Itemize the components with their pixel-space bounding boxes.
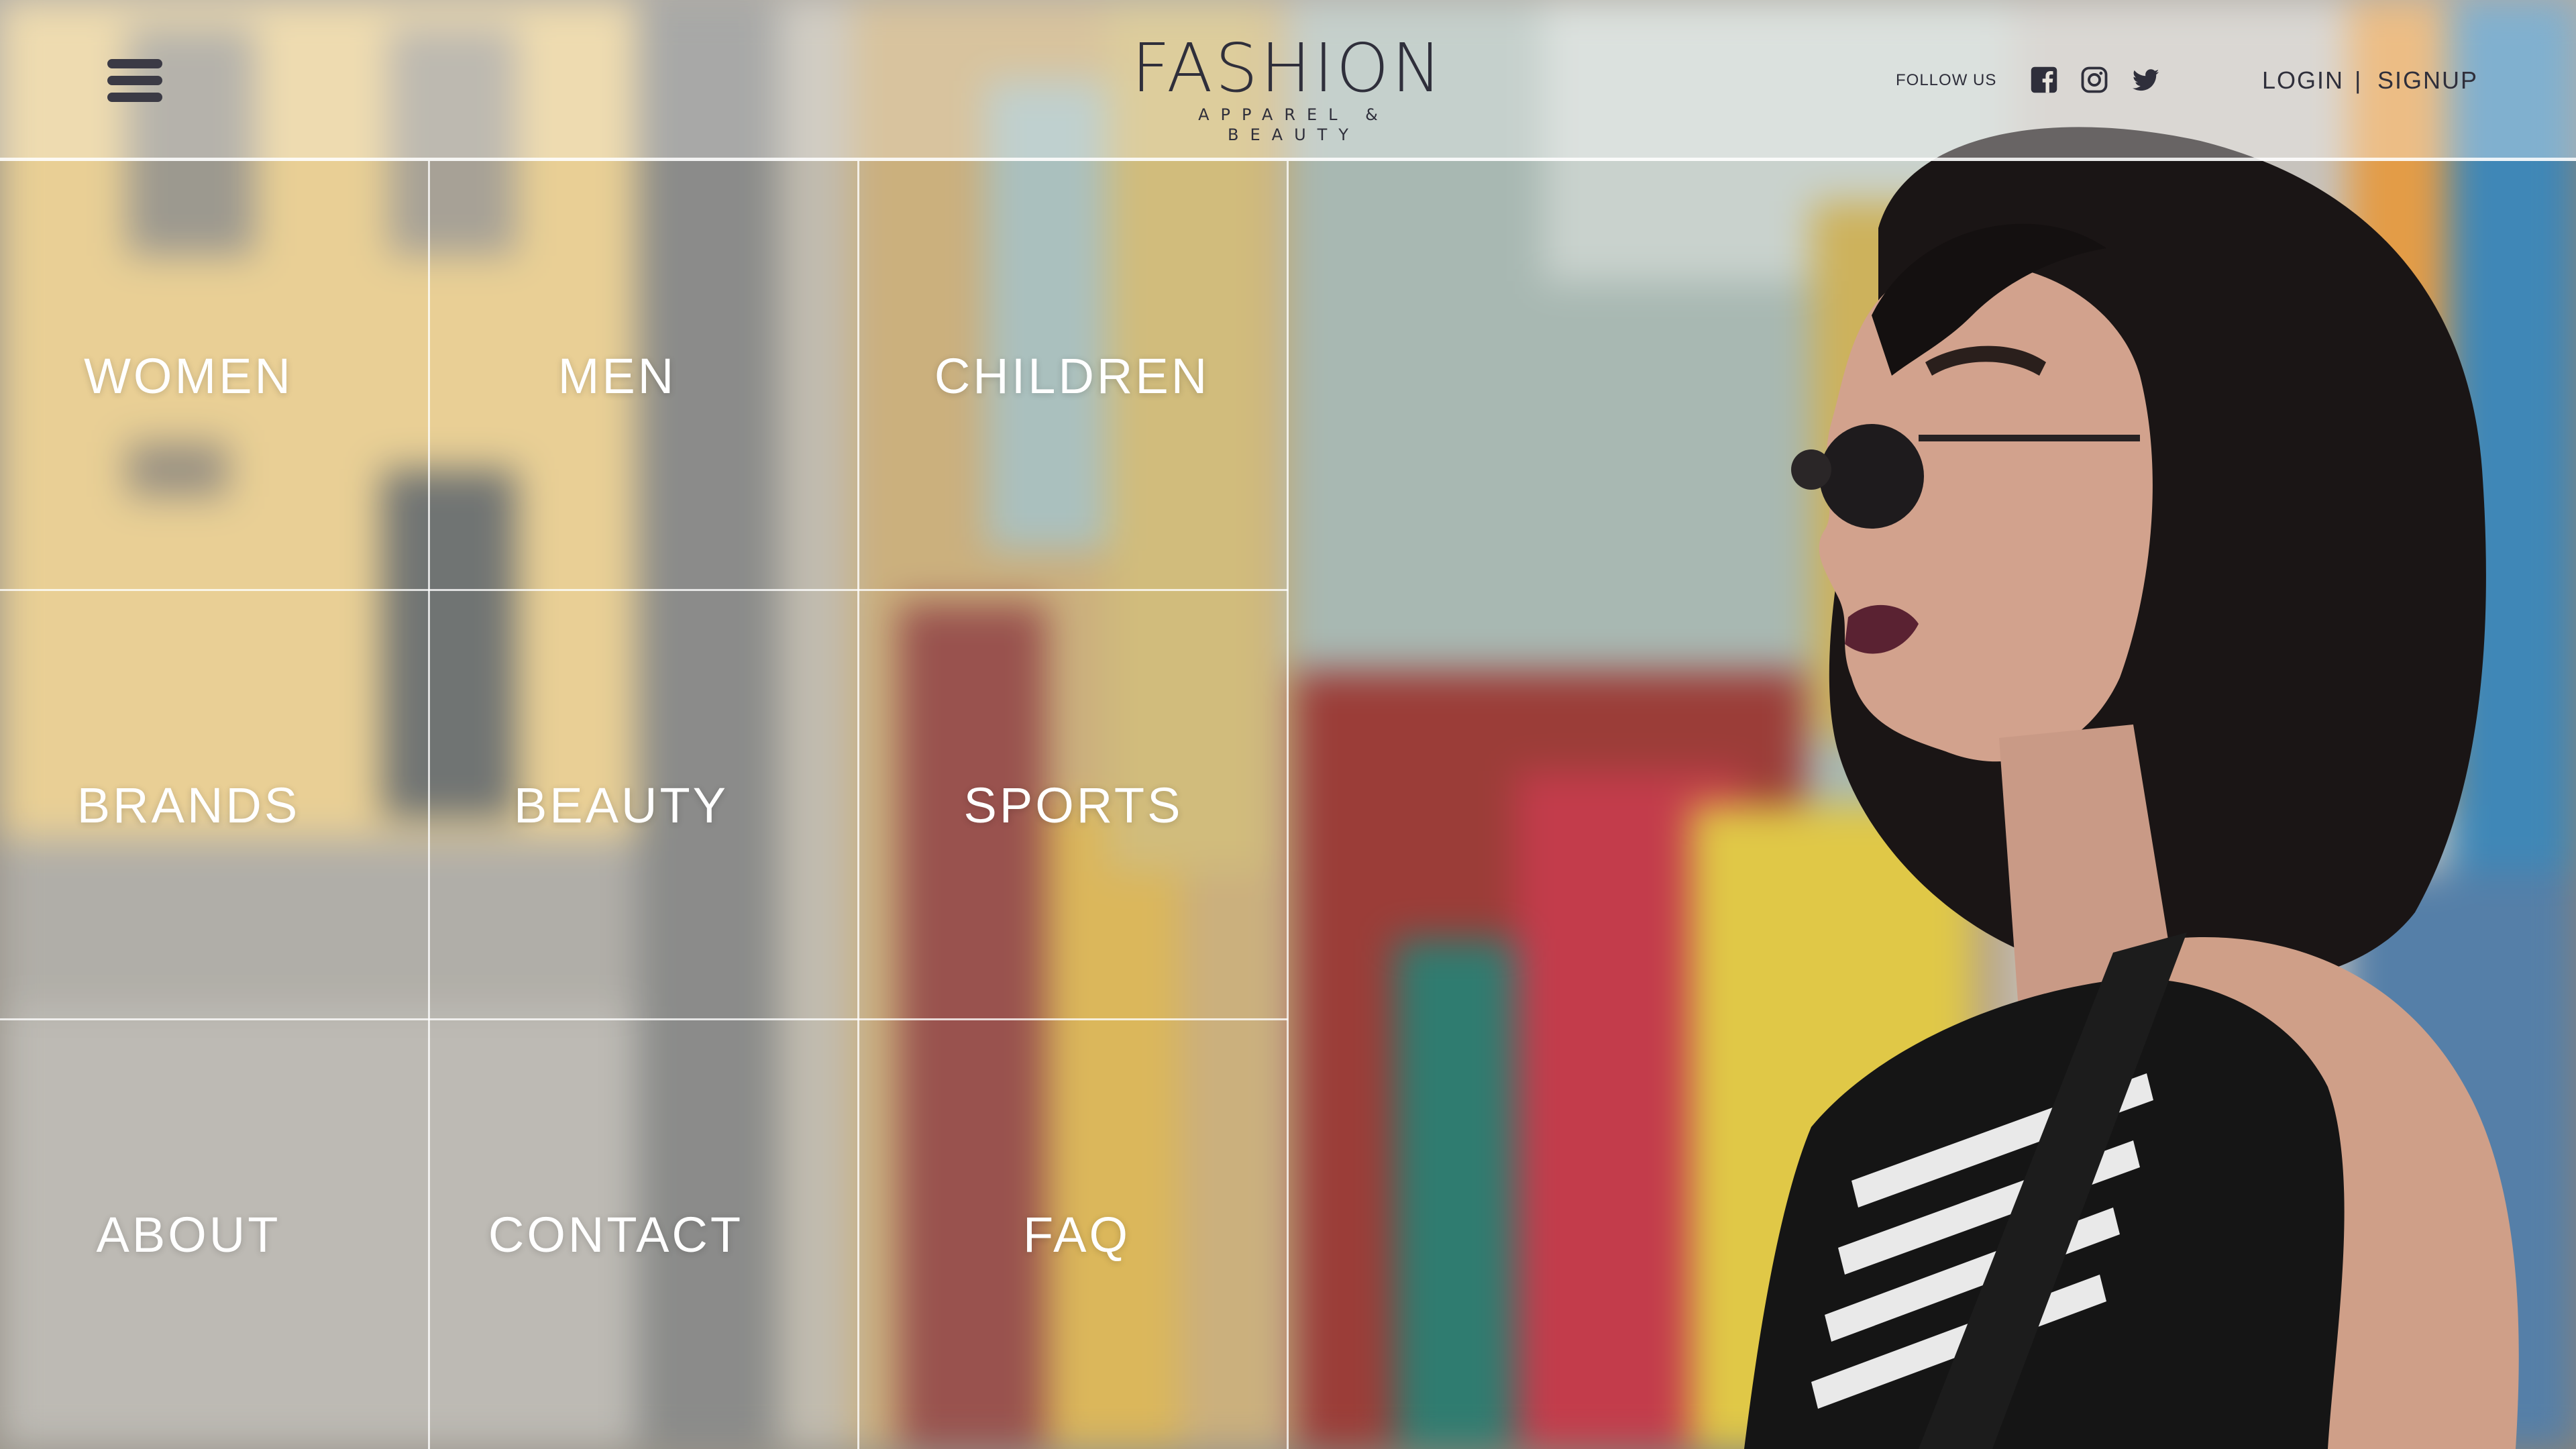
menu-item-label: ABOUT (96, 1206, 281, 1263)
menu-item-label: FAQ (1022, 1206, 1131, 1263)
twitter-icon[interactable] (2132, 66, 2160, 94)
hamburger-menu-icon[interactable] (107, 59, 162, 102)
menu-item-label: WOMEN (84, 347, 293, 404)
menu-item-men[interactable]: MEN (429, 161, 859, 590)
hamburger-line (107, 93, 162, 102)
signup-link[interactable]: SIGNUP (2377, 66, 2478, 95)
menu-item-label: BRANDS (76, 777, 301, 833)
login-link[interactable]: LOGIN (2262, 66, 2344, 95)
menu-item-faq[interactable]: FAQ (859, 1020, 1288, 1449)
hamburger-line (107, 76, 162, 85)
menu-item-label: CONTACT (488, 1206, 744, 1263)
menu-item-contact[interactable]: CONTACT (429, 1020, 859, 1449)
menu-item-children[interactable]: CHILDREN (859, 161, 1288, 590)
auth-separator: | (2355, 66, 2363, 94)
menu-item-label: CHILDREN (934, 347, 1210, 404)
instagram-icon[interactable] (2080, 66, 2108, 94)
menu-item-brands[interactable]: BRANDS (0, 590, 429, 1020)
top-header: FASHION APPAREL & BEAUTY FOLLOW US LOGIN… (0, 0, 2576, 161)
menu-item-label: SPORTS (963, 777, 1183, 833)
hamburger-line (107, 59, 162, 68)
menu-item-sports[interactable]: SPORTS (859, 590, 1288, 1020)
brand-logo[interactable]: FASHION APPAREL & BEAUTY (1127, 35, 1449, 145)
facebook-icon[interactable] (2030, 66, 2058, 94)
logo-subtitle: APPAREL & BEAUTY (1198, 105, 1389, 144)
logo-title: FASHION (1131, 29, 1445, 107)
menu-item-about[interactable]: ABOUT (0, 1020, 429, 1449)
menu-item-women[interactable]: WOMEN (0, 161, 429, 590)
menu-item-label: MEN (557, 347, 677, 404)
follow-us-label: FOLLOW US (1896, 71, 1997, 89)
menu-item-beauty[interactable]: BEAUTY (429, 590, 859, 1020)
category-grid: WOMEN MEN CHILDREN BRANDS BEAUTY SPORTS … (0, 161, 1289, 1449)
menu-item-label: BEAUTY (513, 777, 729, 833)
